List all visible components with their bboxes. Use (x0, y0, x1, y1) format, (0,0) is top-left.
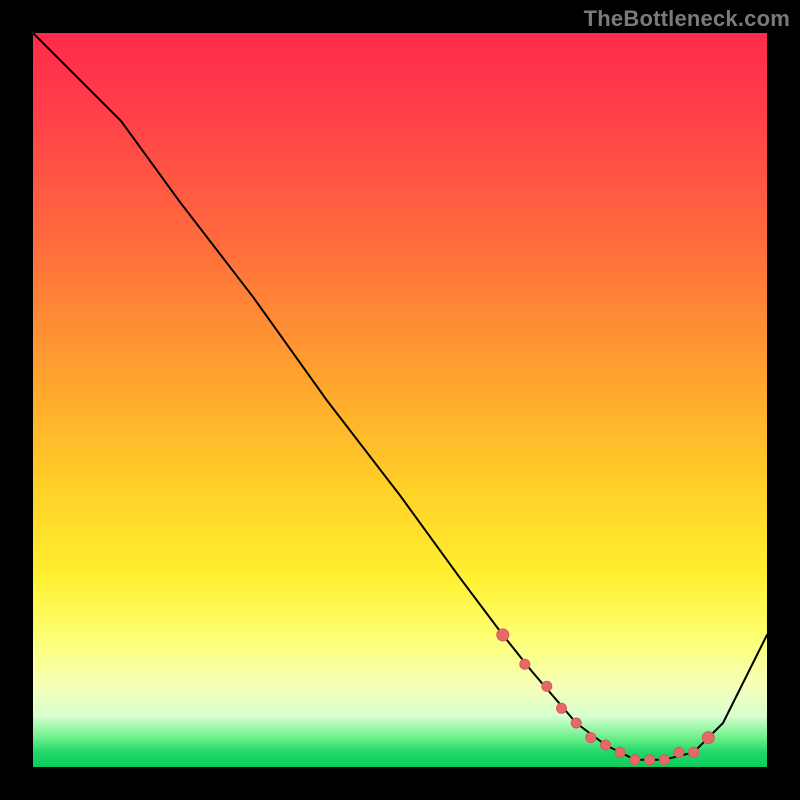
marker-dot (571, 718, 581, 728)
marker-dot (659, 755, 669, 765)
marker-dot (630, 755, 640, 765)
marker-dot (702, 732, 714, 744)
marker-dot (601, 740, 611, 750)
marker-dot (586, 733, 596, 743)
chart-canvas (33, 33, 767, 767)
bottleneck-curve (33, 33, 767, 760)
marker-dot (557, 703, 567, 713)
watermark-label: TheBottleneck.com (584, 6, 790, 32)
marker-dot (689, 747, 699, 757)
plot-area (33, 33, 767, 767)
marker-dot (542, 681, 552, 691)
marker-dot (615, 747, 625, 757)
marker-dot (645, 755, 655, 765)
chart-frame: TheBottleneck.com (0, 0, 800, 800)
marker-dots (497, 629, 715, 765)
marker-dot (520, 659, 530, 669)
marker-dot (497, 629, 509, 641)
marker-dot (674, 747, 684, 757)
